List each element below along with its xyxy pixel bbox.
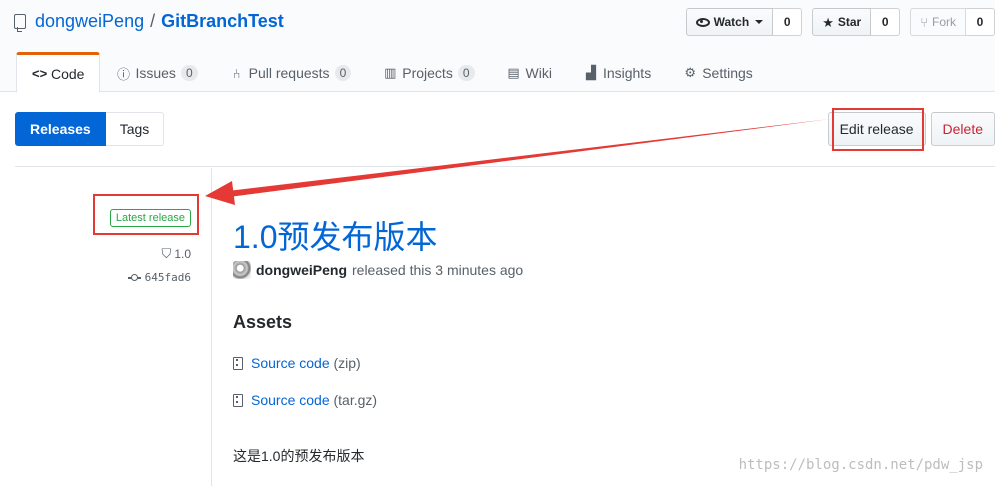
annotation-arrow xyxy=(205,119,830,205)
annotation-arrow-shaft xyxy=(228,119,830,197)
watermark: https://blog.csdn.net/pdw_jsp xyxy=(738,457,983,473)
annotation-arrow-head xyxy=(205,181,235,205)
